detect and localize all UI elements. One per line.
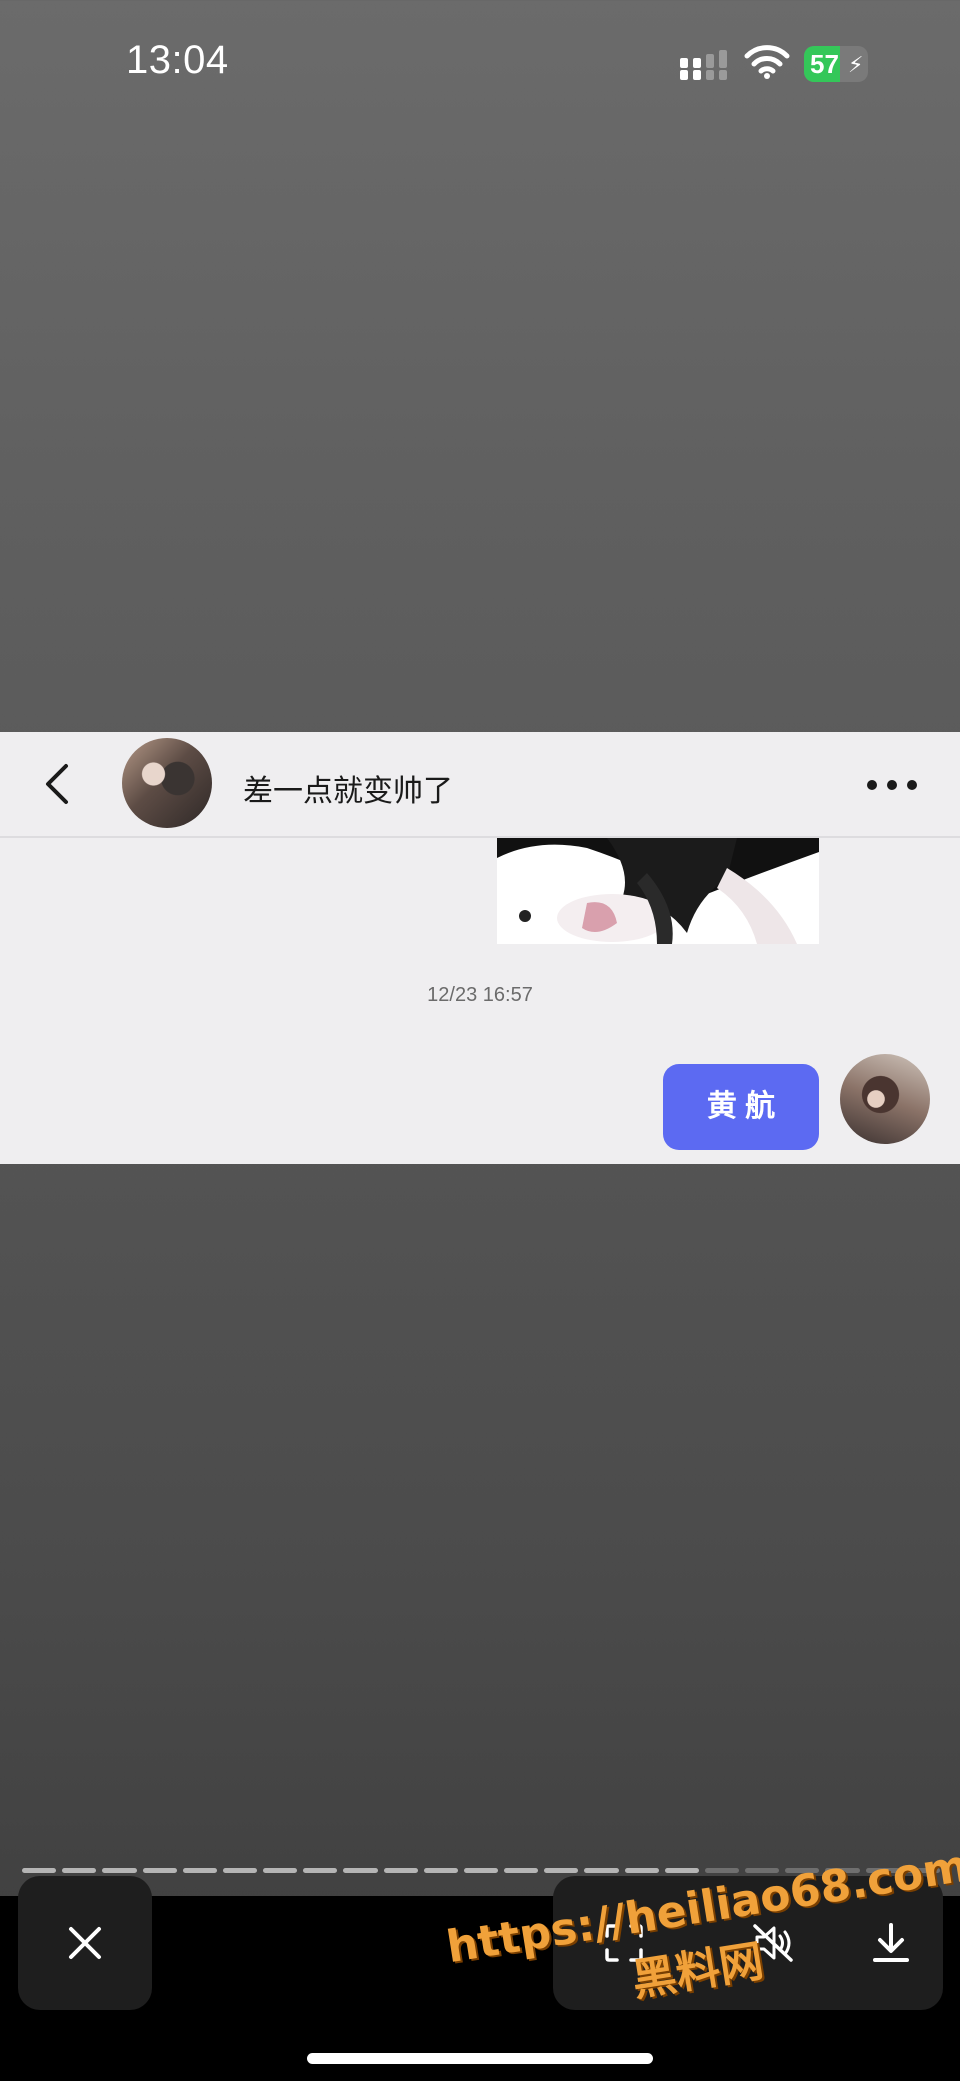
chat-header: 差一点就变帅了 bbox=[0, 732, 960, 838]
progress-segment bbox=[423, 1868, 458, 1873]
home-indicator[interactable] bbox=[307, 2053, 653, 2064]
more-options-icon[interactable] bbox=[866, 778, 918, 792]
status-bar: 13:04 57 ⚡ bbox=[0, 0, 960, 130]
image-message[interactable] bbox=[497, 838, 819, 944]
progress-segment bbox=[664, 1868, 699, 1873]
status-time: 13:04 bbox=[126, 38, 229, 82]
chat-title: 差一点就变帅了 bbox=[243, 775, 453, 808]
progress-segment bbox=[544, 1868, 579, 1873]
progress-segment bbox=[303, 1868, 338, 1873]
progress-segment bbox=[343, 1868, 378, 1873]
progress-segment bbox=[584, 1868, 619, 1873]
progress-segment bbox=[22, 1868, 57, 1873]
wifi-icon bbox=[744, 45, 790, 79]
battery-charging-icon: 57 ⚡ bbox=[804, 46, 874, 82]
progress-segment bbox=[624, 1868, 659, 1873]
message-bubble[interactable]: 黄 航 bbox=[663, 1064, 819, 1150]
back-arrow-icon[interactable] bbox=[40, 762, 76, 806]
progress-segment bbox=[222, 1868, 258, 1873]
battery-level: 57 bbox=[810, 49, 839, 79]
progress-segment bbox=[463, 1868, 499, 1873]
close-button[interactable] bbox=[18, 1876, 152, 2010]
progress-segment bbox=[142, 1868, 177, 1873]
close-icon bbox=[69, 1927, 101, 1959]
message-timestamp: 12/23 16:57 bbox=[427, 984, 533, 1006]
image-message-picture bbox=[497, 838, 819, 944]
contact-avatar[interactable] bbox=[122, 738, 212, 828]
progress-segment bbox=[504, 1868, 539, 1873]
signal-icon bbox=[680, 50, 727, 80]
self-avatar[interactable] bbox=[840, 1054, 930, 1144]
charging-bolt-icon: ⚡ bbox=[848, 52, 864, 77]
progress-segment bbox=[704, 1868, 740, 1873]
progress-segment bbox=[182, 1868, 217, 1873]
progress-segment bbox=[263, 1868, 298, 1873]
progress-segment bbox=[383, 1868, 418, 1873]
progress-segment bbox=[102, 1868, 137, 1873]
chat-screenshot: 差一点就变帅了 12/23 16:57 黄 航 bbox=[0, 732, 960, 1164]
progress-segment bbox=[62, 1868, 97, 1873]
